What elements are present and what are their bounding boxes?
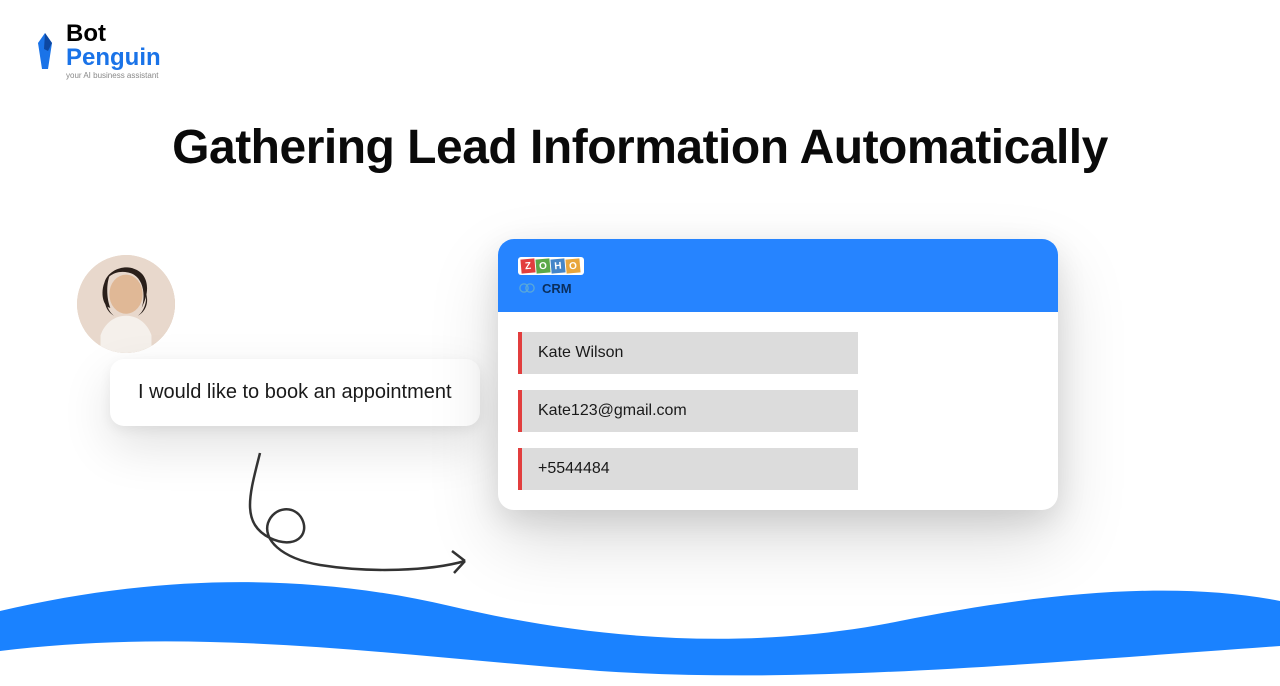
penguin-icon bbox=[30, 31, 60, 71]
crm-field-name: Kate Wilson bbox=[518, 332, 858, 374]
crm-field-value: Kate123@gmail.com bbox=[538, 402, 687, 419]
zoho-letter-o: O bbox=[535, 258, 550, 273]
rings-icon bbox=[518, 282, 536, 294]
wave-background bbox=[0, 556, 1280, 686]
chat-bubble: I would like to book an appointment bbox=[110, 359, 480, 426]
crm-field-phone: +5544484 bbox=[518, 448, 858, 490]
zoho-logo: Z O H O bbox=[518, 257, 584, 275]
zoho-letter-z: Z bbox=[520, 258, 535, 273]
crm-field-value: +5544484 bbox=[538, 460, 610, 477]
crm-field-email: Kate123@gmail.com bbox=[518, 390, 858, 432]
page-title: Gathering Lead Information Automatically bbox=[0, 120, 1280, 175]
logo-tagline: your AI business assistant bbox=[66, 72, 161, 80]
avatar-person-icon bbox=[77, 255, 175, 353]
crm-card: Z O H O CRM Kate Wilson Kate123@gmail.co… bbox=[498, 239, 1058, 510]
crm-header: Z O H O CRM bbox=[498, 239, 1058, 312]
logo-text: Bot Penguin your AI business assistant bbox=[66, 22, 161, 80]
logo-text-bot: Bot bbox=[66, 22, 161, 46]
brand-logo: Bot Penguin your AI business assistant bbox=[30, 22, 161, 80]
crm-subtitle: CRM bbox=[518, 281, 1038, 296]
arrow-icon bbox=[230, 443, 480, 593]
zoho-letter-h: H bbox=[550, 258, 565, 273]
zoho-letter-o: O bbox=[565, 258, 580, 273]
crm-body: Kate Wilson Kate123@gmail.com +5544484 bbox=[498, 312, 1058, 510]
crm-field-value: Kate Wilson bbox=[538, 344, 623, 361]
crm-label: CRM bbox=[542, 281, 572, 296]
avatar bbox=[77, 255, 175, 353]
chat-message-text: I would like to book an appointment bbox=[138, 381, 452, 403]
logo-text-penguin: Penguin bbox=[66, 46, 161, 70]
